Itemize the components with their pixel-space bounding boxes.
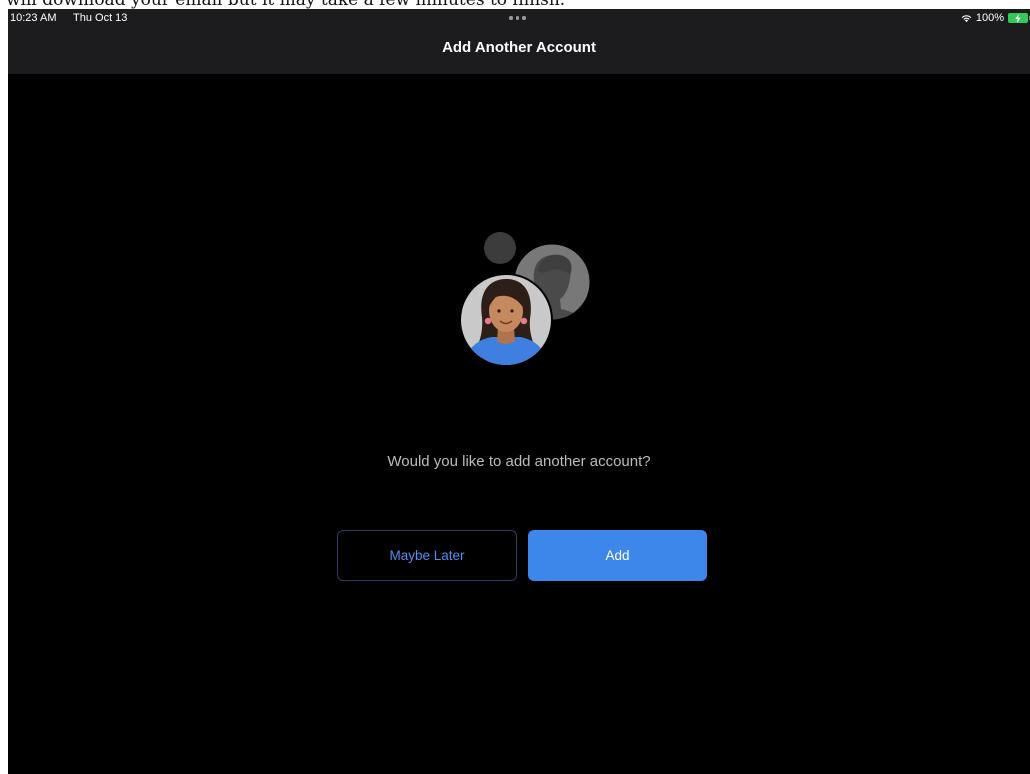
battery-percent: 100%: [975, 12, 1004, 24]
battery-charging-icon: [1008, 13, 1030, 23]
wifi-icon: [961, 14, 972, 22]
status-indicators: 100%: [961, 10, 1030, 26]
account-avatars-illustration: [448, 231, 598, 371]
multitasking-dots-icon[interactable]: [509, 16, 526, 20]
nav-bar: Add Another Account: [8, 29, 1030, 74]
status-time: 10:23 AM: [10, 12, 57, 24]
add-account-prompt: Would you like to add another account?: [387, 453, 651, 470]
ipad-screen: 10:23 AM Thu Oct 13 100% Add Another Acc…: [8, 9, 1030, 774]
status-bar: 10:23 AM Thu Oct 13 100%: [8, 9, 1030, 29]
status-date: Thu Oct 13: [73, 12, 128, 24]
woman-avatar: [459, 273, 553, 367]
decorative-dot: [484, 232, 516, 264]
caption-strip: will download your email but it may take…: [0, 0, 1030, 9]
page-title: Add Another Account: [442, 39, 596, 56]
caption-text: will download your email but it may take…: [6, 0, 565, 9]
maybe-later-button[interactable]: Maybe Later: [337, 530, 517, 581]
add-button[interactable]: Add: [528, 530, 707, 581]
